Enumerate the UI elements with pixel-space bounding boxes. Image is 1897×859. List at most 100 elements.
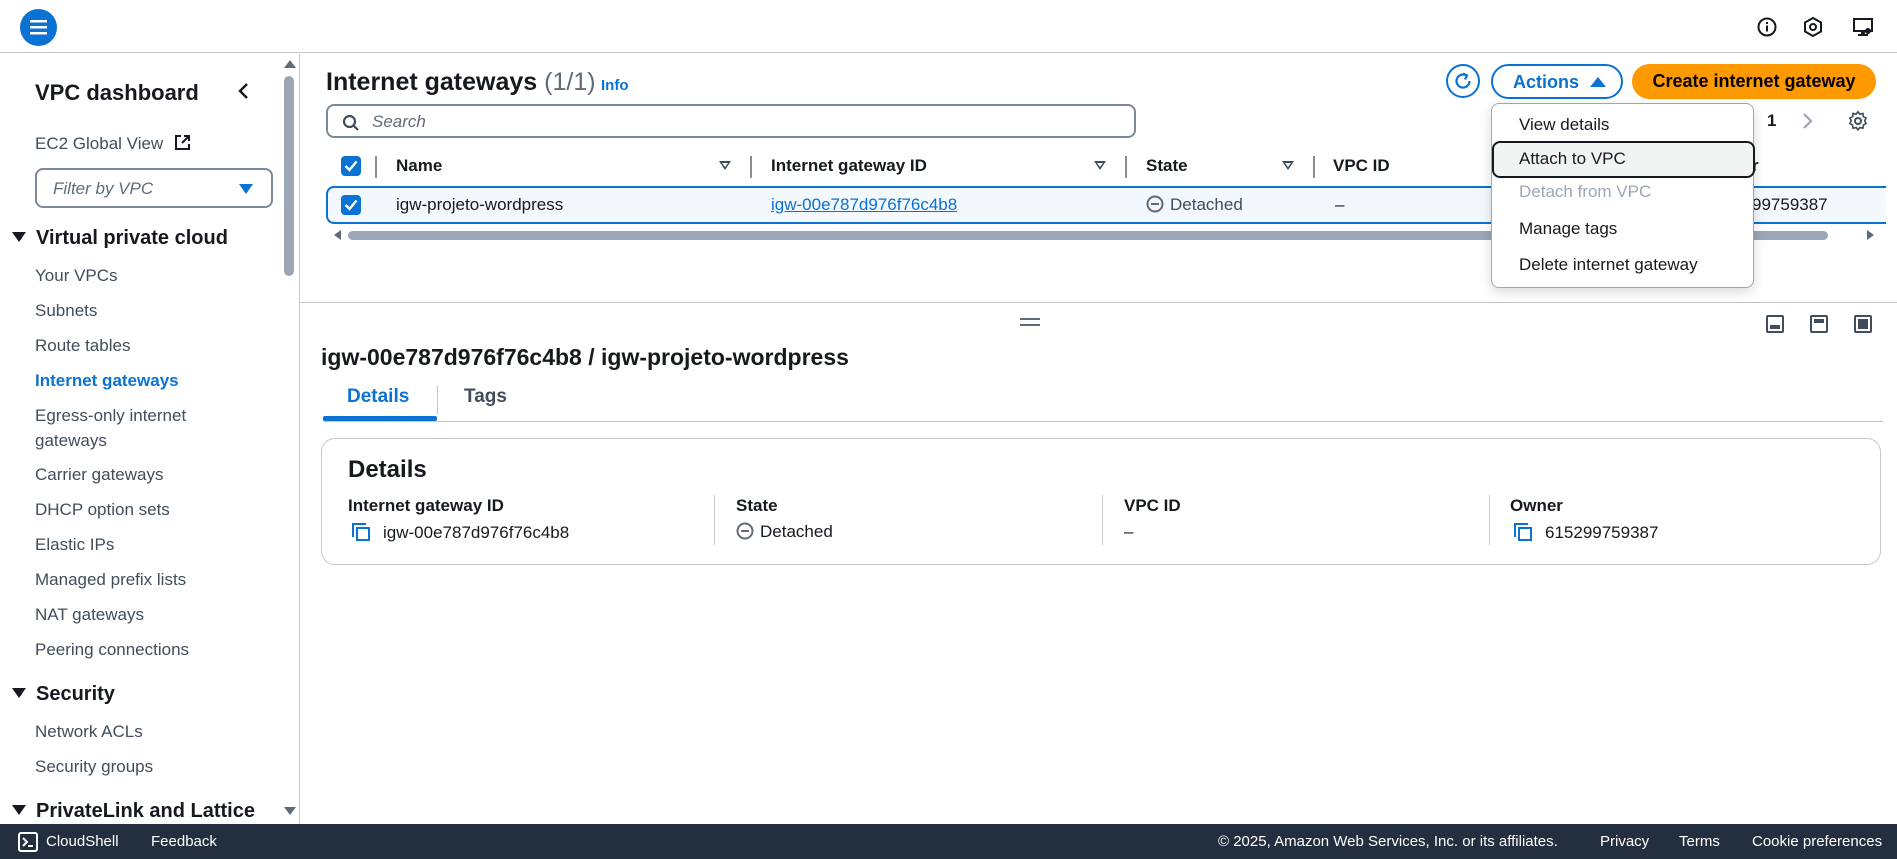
gateway-id-link[interactable]: igw-00e787d976f76c4b8 <box>771 195 957 214</box>
column-divider <box>375 156 377 178</box>
menu-item-attach-to-vpc[interactable]: Attach to VPC <box>1492 141 1755 178</box>
sort-icon[interactable] <box>1282 161 1294 170</box>
field-label-state: State <box>736 496 778 515</box>
column-divider <box>1489 495 1490 545</box>
sidebar-item-dhcp-option-sets[interactable]: DHCP option sets <box>35 497 225 522</box>
actions-button[interactable]: Actions <box>1491 64 1623 99</box>
ec2-global-view-label: EC2 Global View <box>35 134 164 153</box>
menu-item-delete-internet-gateway[interactable]: Delete internet gateway <box>1492 247 1755 284</box>
sidebar-scrollbar[interactable] <box>282 54 298 824</box>
scroll-up-icon[interactable] <box>284 60 296 68</box>
tab-separator <box>437 386 438 414</box>
copy-icon[interactable] <box>351 522 371 542</box>
search-field[interactable] <box>326 104 1136 138</box>
sidebar-item-subnets[interactable]: Subnets <box>35 298 225 323</box>
sidebar-item-managed-prefix-lists[interactable]: Managed prefix lists <box>35 567 225 592</box>
sidebar-item-egress-only-internet-gateways[interactable]: Egress-only internet gateways <box>35 403 225 453</box>
copy-icon[interactable] <box>1513 522 1533 542</box>
section-label: Security <box>36 683 115 705</box>
column-header-vpc-id[interactable]: VPC ID <box>1333 156 1390 176</box>
column-header-state[interactable]: State <box>1146 156 1188 176</box>
sort-icon[interactable] <box>719 161 731 170</box>
external-link-icon <box>174 134 191 151</box>
menu-item-detach-from-vpc: Detach from VPC <box>1519 182 1652 201</box>
display-settings-icon[interactable] <box>1852 16 1874 38</box>
sidebar-item-route-tables[interactable]: Route tables <box>35 333 225 358</box>
info-icon[interactable] <box>1756 16 1778 38</box>
sidebar-title[interactable]: VPC dashboard <box>35 80 199 106</box>
row-checkbox[interactable] <box>341 195 361 215</box>
caret-up-icon <box>1590 77 1606 87</box>
settings-gear-icon[interactable] <box>1847 110 1869 132</box>
vpc-filter-select[interactable]: Filter by VPC <box>35 168 273 208</box>
cell-state: Detached <box>1146 195 1243 215</box>
panel-side-icon[interactable] <box>1810 315 1828 333</box>
panel-full-icon[interactable] <box>1854 315 1872 333</box>
refresh-button[interactable] <box>1446 64 1480 98</box>
feedback-button[interactable]: Feedback <box>151 833 217 850</box>
details-heading: Details <box>348 456 427 483</box>
cookie-preferences-link[interactable]: Cookie preferences <box>1752 833 1882 850</box>
search-icon <box>342 114 359 131</box>
sort-icon[interactable] <box>1094 161 1106 170</box>
scroll-left-icon[interactable] <box>334 230 341 240</box>
section-label: PrivateLink and Lattice <box>36 800 255 822</box>
vpc-filter-placeholder: Filter by VPC <box>53 179 154 198</box>
cloudshell-icon[interactable] <box>18 832 38 852</box>
panel-bottom-icon[interactable] <box>1766 315 1784 333</box>
create-internet-gateway-button[interactable]: Create internet gateway <box>1632 64 1876 99</box>
scroll-right-icon[interactable] <box>1867 230 1874 240</box>
section-security[interactable]: Security <box>12 683 115 706</box>
sidebar-item-nat-gateways[interactable]: NAT gateways <box>35 602 225 627</box>
privacy-link[interactable]: Privacy <box>1600 833 1649 850</box>
notifications-icon[interactable] <box>1802 16 1824 38</box>
column-divider[interactable] <box>1313 156 1315 178</box>
field-label-vpc-id: VPC ID <box>1124 496 1181 515</box>
actions-label: Actions <box>1513 72 1580 92</box>
menu-item-manage-tags[interactable]: Manage tags <box>1492 211 1755 248</box>
terms-link[interactable]: Terms <box>1679 833 1720 850</box>
search-input[interactable] <box>372 111 1072 133</box>
menu-item-view-details[interactable]: View details <box>1492 107 1755 144</box>
column-divider[interactable] <box>1125 156 1127 178</box>
gateway-id-text: igw-00e787d976f76c4b8 <box>383 523 570 542</box>
collapse-sidebar-icon[interactable] <box>236 82 250 100</box>
menu-icon[interactable] <box>20 9 57 46</box>
scroll-down-icon[interactable] <box>284 807 296 815</box>
next-page-icon[interactable] <box>1802 112 1814 130</box>
resize-handle-icon[interactable] <box>1020 318 1040 326</box>
column-divider <box>1102 495 1103 545</box>
section-label: Virtual private cloud <box>36 227 228 249</box>
section-virtual-private-cloud[interactable]: Virtual private cloud <box>12 227 228 250</box>
field-value-owner: 615299759387 <box>1513 522 1658 543</box>
column-divider[interactable] <box>750 156 752 178</box>
tabs-divider <box>323 421 1883 422</box>
page-title: Internet gateways (1/1) <box>326 68 596 97</box>
ec2-global-view-link[interactable]: EC2 Global View <box>35 134 191 154</box>
sidebar-item-elastic-ips[interactable]: Elastic IPs <box>35 532 225 557</box>
tab-details[interactable]: Details <box>347 386 409 408</box>
page-title-text: Internet gateways <box>326 68 538 96</box>
split-panel-divider <box>300 302 1897 303</box>
cell-internet-gateway-id: igw-00e787d976f76c4b8 <box>771 195 957 215</box>
sidebar-item-security-groups[interactable]: Security groups <box>35 754 225 779</box>
split-panel-title: igw-00e787d976f76c4b8 / igw-projeto-word… <box>321 344 849 370</box>
section-privatelink-and-lattice[interactable]: PrivateLink and Lattice <box>12 800 255 823</box>
column-header-internet-gateway-id[interactable]: Internet gateway ID <box>771 156 927 176</box>
sidebar-item-your-vpcs[interactable]: Your VPCs <box>35 263 225 288</box>
sidebar: VPC dashboard EC2 Global View Filter by … <box>0 54 300 824</box>
caret-down-icon <box>12 805 26 815</box>
sidebar-item-carrier-gateways[interactable]: Carrier gateways <box>35 462 225 487</box>
sidebar-item-peering-connections[interactable]: Peering connections <box>35 637 225 662</box>
sidebar-item-internet-gateways[interactable]: Internet gateways <box>35 368 225 393</box>
stopped-status-icon <box>1146 195 1164 213</box>
info-link[interactable]: Info <box>601 77 629 94</box>
cell-owner-partial: 99759387 <box>1752 195 1828 214</box>
sidebar-item-network-acls[interactable]: Network ACLs <box>35 719 225 744</box>
column-header-name[interactable]: Name <box>396 156 442 176</box>
scrollbar-thumb[interactable] <box>284 76 294 276</box>
select-all-checkbox[interactable] <box>341 156 361 176</box>
tab-tags[interactable]: Tags <box>464 386 507 408</box>
cloudshell-button[interactable]: CloudShell <box>46 833 119 850</box>
current-page-number[interactable]: 1 <box>1767 111 1776 131</box>
